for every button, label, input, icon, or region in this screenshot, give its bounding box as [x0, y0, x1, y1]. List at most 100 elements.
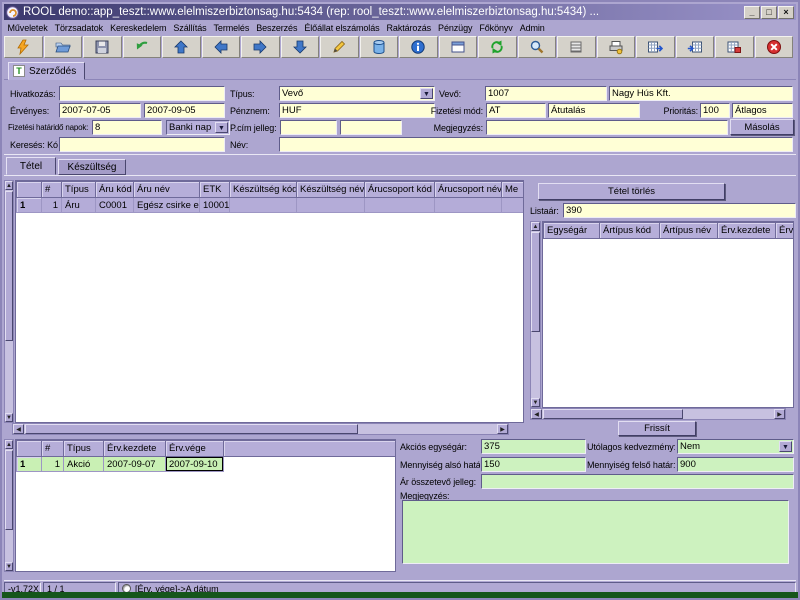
item-table-vertical-scrollbar[interactable]: ▲ ▼ [4, 180, 14, 423]
toolbar-button-edit[interactable] [320, 36, 359, 58]
scroll-right-icon[interactable]: ▶ [774, 409, 785, 419]
prioritas-value-field[interactable]: 100 [700, 103, 730, 118]
scroll-left-icon[interactable]: ◀ [531, 409, 542, 419]
toolbar-button-list[interactable] [557, 36, 596, 58]
toolbar-button-table-import[interactable] [676, 36, 715, 58]
menu-item-fokonyv[interactable]: Főkönyv [476, 23, 516, 33]
column-header-erv-vege[interactable]: Érv.vége [166, 441, 224, 457]
close-button[interactable]: × [778, 6, 794, 19]
minimize-button[interactable]: _ [744, 6, 760, 19]
toolbar-button-table-delete[interactable] [715, 36, 754, 58]
column-header-arucsoport-kod[interactable]: Árucsoport kód [365, 182, 435, 198]
toolbar-button-refresh[interactable] [478, 36, 517, 58]
scrollbar-thumb[interactable] [531, 232, 540, 332]
megjegyzes-field[interactable] [486, 120, 728, 135]
toolbar-button-exit[interactable] [755, 36, 794, 58]
column-header-erv-kezdete[interactable]: Érv.kezdete [718, 223, 776, 239]
menu-item-penzugy[interactable]: Pénzügy [435, 23, 476, 33]
toolbar-button-print[interactable] [597, 36, 636, 58]
toolbar-button-first[interactable] [162, 36, 201, 58]
scroll-up-icon[interactable]: ▲ [5, 181, 13, 190]
scrollbar-thumb[interactable] [543, 409, 683, 419]
menu-item-eloallat[interactable]: Élőállat elszámolás [301, 23, 383, 33]
column-header-num[interactable]: # [42, 441, 64, 457]
column-header-etk[interactable]: ETK [200, 182, 230, 198]
column-header-me[interactable]: Me [502, 182, 524, 198]
column-header-tipus[interactable]: Típus [64, 441, 104, 457]
scroll-left-icon[interactable]: ◀ [13, 424, 24, 434]
table-row[interactable]: 1 1 Akció 2007-09-07 2007-09-10 [17, 457, 396, 472]
price-table-vertical-scrollbar[interactable]: ▲ ▼ [530, 221, 541, 408]
column-header-arucsoport-nev[interactable]: Árucsoport név [435, 182, 502, 198]
column-header-egysegar[interactable]: Egységár [544, 223, 600, 239]
utolagos-kedvezmeny-combobox[interactable]: Nem▼ [677, 439, 794, 454]
tetel-torles-button[interactable]: Tétel törlés [538, 183, 725, 200]
menu-item-beszerzes[interactable]: Beszerzés [253, 23, 301, 33]
fizetesi-mod-code-field[interactable]: AT [486, 103, 546, 118]
column-header-tipus[interactable]: Típus [62, 182, 96, 198]
toolbar-button-undo[interactable] [123, 36, 162, 58]
scroll-up-icon[interactable]: ▲ [5, 440, 13, 449]
column-header-aru-nev[interactable]: Áru név [134, 182, 200, 198]
column-header-erv[interactable]: Érv [776, 223, 794, 239]
nev-field[interactable] [279, 137, 793, 152]
promo-megjegyzes-textarea[interactable] [402, 500, 789, 564]
column-header-erv-kezdete[interactable]: Érv.kezdete [104, 441, 166, 457]
vevo-code-field[interactable]: 1007 [485, 86, 607, 101]
title-bar[interactable]: ROOL demo::app_teszt::www.elelmiszerbizt… [4, 4, 796, 20]
maximize-button[interactable]: □ [761, 6, 777, 19]
tab-keszultseg[interactable]: Készültség [58, 159, 126, 175]
toolbar-button-last[interactable] [281, 36, 320, 58]
row-header[interactable]: 1 [17, 198, 42, 213]
mennyiseg-also-field[interactable]: 150 [481, 457, 586, 472]
listaar-field[interactable]: 390 [563, 203, 796, 218]
toolbar-button-run[interactable] [4, 36, 43, 58]
akcios-egysegar-field[interactable]: 375 [481, 439, 586, 454]
scrollbar-thumb[interactable] [5, 191, 13, 341]
row-header[interactable]: 1 [17, 457, 42, 472]
scroll-down-icon[interactable]: ▼ [5, 562, 13, 571]
menu-item-termeles[interactable]: Termelés [210, 23, 253, 33]
scroll-down-icon[interactable]: ▼ [531, 398, 540, 407]
scroll-right-icon[interactable]: ▶ [497, 424, 508, 434]
tab-tetel[interactable]: Tétel [6, 157, 56, 175]
toolbar-button-search[interactable] [518, 36, 557, 58]
toolbar-button-previous[interactable] [202, 36, 241, 58]
scrollbar-thumb[interactable] [25, 424, 358, 434]
fizetesi-mod-name-field[interactable]: Átutalás [548, 103, 640, 118]
menu-item-szallitas[interactable]: Szállítás [170, 23, 210, 33]
ervenyes-from-field[interactable]: 2007-07-05 [59, 103, 141, 118]
chevron-down-icon[interactable]: ▼ [420, 88, 433, 99]
fizetesi-hatarido-type-combobox[interactable]: Banki nap▼ [166, 120, 230, 135]
column-header-keszultseg-kod[interactable]: Készültség kód [230, 182, 297, 198]
scrollbar-thumb[interactable] [5, 450, 13, 530]
fizetesi-hatarido-field[interactable]: 8 [92, 120, 162, 135]
menu-item-raktarozas[interactable]: Raktározás [383, 23, 435, 33]
column-header-artipus-kod[interactable]: Ártípus kód [600, 223, 660, 239]
prioritas-name-field[interactable]: Átlagos [732, 103, 793, 118]
masolas-button[interactable]: Másolás [730, 119, 794, 135]
pcim-jelleg-field-2[interactable] [340, 120, 402, 135]
column-header-num[interactable]: # [42, 182, 62, 198]
toolbar-button-next[interactable] [241, 36, 280, 58]
menu-item-torzsadatok[interactable]: Törzsadatok [51, 23, 106, 33]
vevo-name-field[interactable]: Nagy Hús Kft. [609, 86, 793, 101]
chevron-down-icon[interactable]: ▼ [779, 441, 792, 452]
toolbar-button-save[interactable] [83, 36, 122, 58]
focused-cell[interactable]: 2007-09-10 [166, 457, 224, 472]
column-header-keszultseg-nev[interactable]: Készültség név [297, 182, 365, 198]
menu-item-muveletek[interactable]: Műveletek [4, 23, 51, 33]
toolbar-button-info[interactable] [399, 36, 438, 58]
scroll-down-icon[interactable]: ▼ [5, 413, 13, 422]
kereses-kod-field[interactable] [59, 137, 225, 152]
toolbar-button-window[interactable] [439, 36, 478, 58]
toolbar-button-database[interactable] [360, 36, 399, 58]
item-table-horizontal-scrollbar[interactable]: ◀ ▶ [12, 423, 509, 435]
pcim-jelleg-field-1[interactable] [280, 120, 337, 135]
menu-item-admin[interactable]: Admin [516, 23, 548, 33]
table-row[interactable]: 1 1 Áru C0001 Egész csirke eh. 10001 [17, 198, 524, 213]
toolbar-button-table-export[interactable] [636, 36, 675, 58]
ervenyes-to-field[interactable]: 2007-09-05 [144, 103, 225, 118]
frissit-button[interactable]: Frissít [618, 421, 696, 436]
column-header-artipus-nev[interactable]: Ártípus név [660, 223, 718, 239]
